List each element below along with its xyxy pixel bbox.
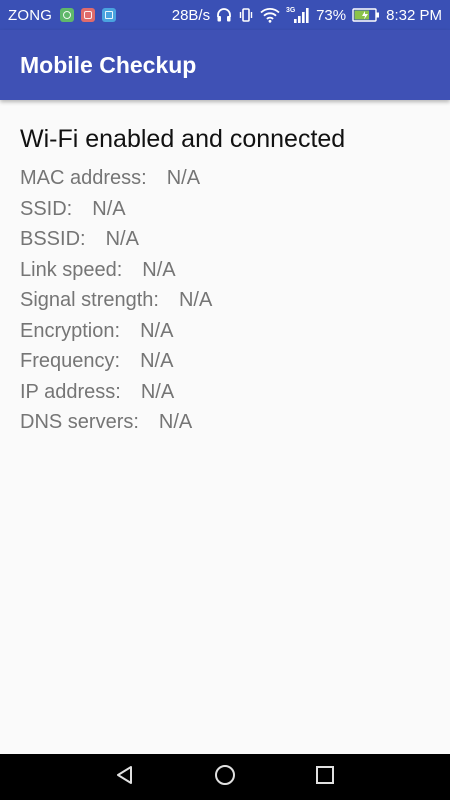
info-label: Signal strength: (20, 289, 159, 311)
recent-apps-button[interactable] (295, 754, 355, 800)
back-icon (114, 764, 136, 791)
status-bar-left: ZONG (8, 0, 123, 30)
info-row-signal-strength: Signal strength: N/A (20, 285, 430, 316)
network-type-label: 3G (286, 7, 296, 14)
status-bar: ZONG 28B/s 3G 73% 8:32 PM (0, 0, 450, 30)
info-label: SSID: (20, 197, 73, 220)
headphones-icon (216, 7, 232, 23)
wifi-icon (260, 7, 280, 23)
info-value: N/A (178, 289, 213, 311)
app-bar: Mobile Checkup (0, 30, 450, 100)
info-row-encryption: Encryption: N/A (20, 316, 430, 347)
carrier-name: ZONG (8, 6, 53, 24)
network-speed: 28B/s (171, 6, 211, 24)
red-app-icon (81, 8, 96, 22)
info-row-link-speed: Link speed: N/A (20, 255, 430, 286)
blue-app-icon (102, 8, 117, 22)
wifi-info-list: MAC address: N/A SSID: N/A BSSID: N/A Link … (20, 163, 430, 438)
info-label: Encryption: (20, 319, 121, 342)
navigation-bar (0, 754, 450, 800)
back-button[interactable] (95, 754, 155, 800)
app-title: Mobile Checkup (20, 52, 197, 78)
status-time: 8:32 PM (386, 6, 442, 24)
info-label: MAC address: (20, 167, 147, 189)
battery-percent: 73% (316, 6, 347, 24)
info-value: N/A (158, 411, 193, 433)
info-label: BSSID: (20, 228, 86, 250)
info-row-dns-servers: DNS servers: N/A (20, 407, 430, 438)
home-icon (213, 763, 237, 792)
info-label: IP address: (20, 380, 121, 403)
info-label: Link speed: (20, 258, 123, 281)
info-row-ip-address: IP address: N/A (20, 377, 430, 408)
info-label: DNS servers: (20, 411, 139, 433)
info-value: N/A (105, 228, 139, 250)
info-value: N/A (142, 258, 176, 281)
info-value: N/A (92, 197, 126, 220)
wifi-info-panel: Wi-Fi enabled and connected MAC address:… (20, 122, 430, 438)
info-row-frequency: Frequency: N/A (20, 346, 430, 377)
green-app-icon (60, 8, 75, 22)
info-value: N/A (140, 380, 175, 403)
info-row-ssid: SSID: N/A (20, 194, 430, 225)
wifi-status-heading: Wi-Fi enabled and connected (20, 125, 346, 153)
info-value: N/A (140, 350, 174, 372)
info-value: N/A (166, 167, 201, 189)
vibrate-icon (238, 7, 254, 23)
info-row-bssid: BSSID: N/A (20, 224, 430, 255)
signal-icon: 3G (286, 6, 310, 24)
info-value: N/A (140, 319, 174, 342)
battery-charging-icon (352, 7, 380, 23)
info-row-mac-address: MAC address: N/A (20, 163, 430, 194)
status-bar-right: 28B/s 3G 73% 8:32 PM (172, 0, 442, 30)
recent-apps-icon (314, 764, 336, 791)
info-label: Frequency: (20, 350, 121, 372)
home-button[interactable] (195, 754, 255, 800)
